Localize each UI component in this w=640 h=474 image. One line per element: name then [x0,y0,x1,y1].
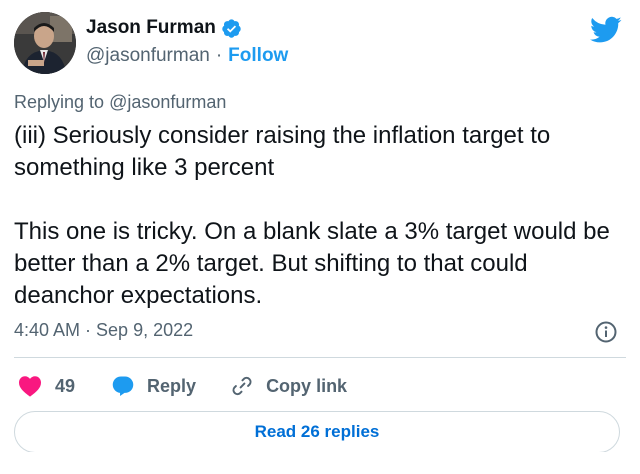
speech-bubble-icon [111,374,135,398]
like-button[interactable]: 49 [18,375,75,397]
verified-badge-icon [221,18,242,39]
replying-to: Replying to @jasonfurman [14,92,226,113]
info-icon[interactable] [594,320,618,344]
follow-button[interactable]: Follow [228,45,288,67]
author-block: Jason Furman @jasonfurman · Follow [86,14,288,70]
like-count: 49 [55,375,76,396]
author-handle[interactable]: @jasonfurman [86,45,210,67]
action-bar: 49 Reply Copy link [18,372,347,400]
read-replies-button[interactable]: Read 26 replies [14,411,620,453]
replying-prefix: Replying to [14,92,105,112]
tweet-paragraph-2: This one is tricky. On a blank slate a 3… [14,218,610,309]
copy-link-button[interactable]: Copy link [230,374,347,398]
name-row: Jason Furman [86,14,288,42]
reply-label: Reply [147,375,197,396]
avatar[interactable] [14,12,76,74]
display-name[interactable]: Jason Furman [86,17,216,39]
copy-link-label: Copy link [266,375,348,396]
tweet-card: Jason Furman @jasonfurman · Follow Reply… [0,0,640,474]
bottom-strip [0,452,640,474]
separator-dot: · [215,45,223,66]
tweet-timestamp[interactable]: 4:40 AM · Sep 9, 2022 [14,320,193,341]
handle-row: @jasonfurman · Follow [86,42,288,70]
tweet-paragraph-1: (iii) Seriously consider raising the inf… [14,122,551,181]
twitter-bird-icon[interactable] [590,16,622,44]
tweet-body: (iii) Seriously consider raising the inf… [14,120,624,312]
tweet-header: Jason Furman @jasonfurman · Follow [14,12,626,74]
replying-mention[interactable]: @jasonfurman [109,92,226,112]
heart-icon [18,375,42,397]
reply-button[interactable]: Reply [111,374,196,398]
read-replies-label: Read 26 replies [254,422,380,441]
divider [14,357,626,358]
link-icon [230,374,254,398]
